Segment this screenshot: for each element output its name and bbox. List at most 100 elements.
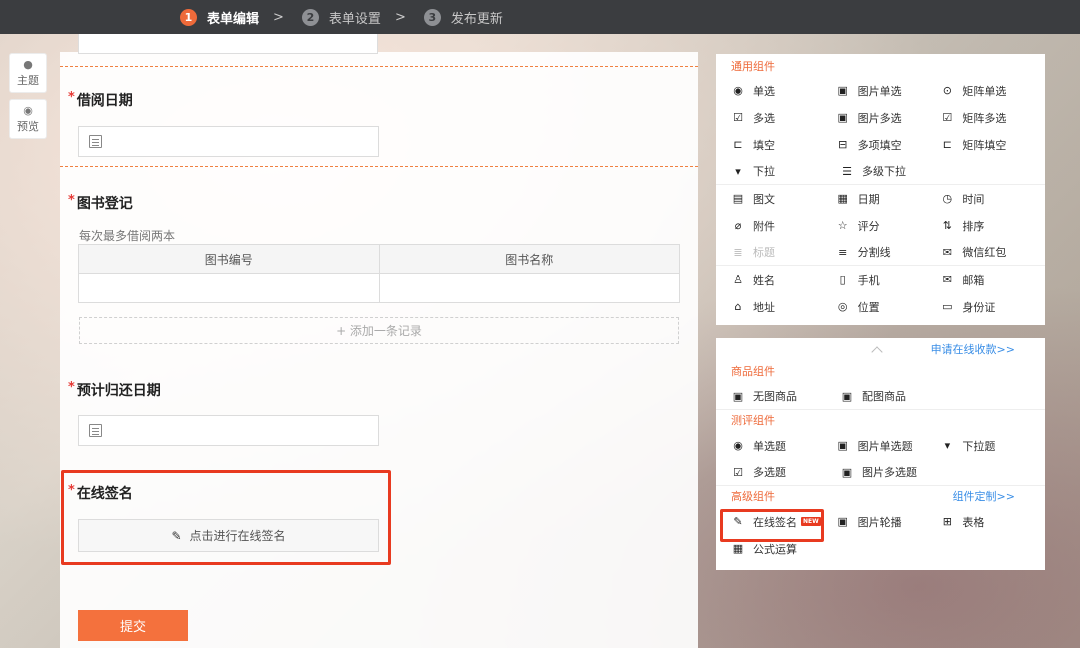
add-record-button[interactable]: + 添加一条记录 (79, 317, 679, 344)
component-item[interactable]: ▦ 日期 (836, 191, 941, 207)
component-item[interactable]: ⇅ 排序 (940, 218, 1045, 234)
return-date-input[interactable] (78, 415, 379, 446)
component-icon: ▯ (839, 273, 846, 286)
component-row: ▤ 图文 ▦ 日期 ◷ 时间 (716, 185, 1045, 212)
step-bar: 1 表单编辑 > 2 表单设置 > 3 发布更新 (0, 0, 1080, 34)
step-form-edit[interactable]: 1 表单编辑 > (180, 8, 284, 27)
component-label: 多选 (753, 111, 775, 125)
component-item[interactable]: ⊞ 表格 (940, 514, 1045, 530)
component-row: ☑ 多选题 ▣ 图片多选题 (716, 459, 1045, 486)
component-item[interactable]: ▣ 无图商品 (731, 388, 840, 404)
component-item[interactable]: ▯ 手机 (836, 272, 941, 288)
component-row: ⊏ 填空 ⊟ 多项填空 ⊏ 矩阵填空 (716, 131, 1045, 158)
eye-icon: ◉ (23, 103, 33, 117)
component-icon: ◷ (942, 192, 953, 205)
component-item[interactable]: ▣ 图片单选题 (836, 438, 941, 454)
component-item[interactable]: ≣ 标题 (731, 244, 836, 260)
component-icon: ▣ (841, 389, 853, 403)
component-item[interactable]: ▣ 图片多选 (836, 110, 941, 126)
step-publish[interactable]: 3 发布更新 (423, 8, 503, 27)
section-title: 通用组件 (731, 60, 775, 73)
component-item[interactable]: ☑ 多选 (731, 110, 836, 126)
component-icon: ⊏ (733, 138, 743, 151)
component-item[interactable]: ⌀ 附件 (731, 218, 836, 234)
component-item[interactable]: ◉ 单选 (731, 83, 836, 99)
component-item[interactable]: ▤ 图文 (731, 191, 836, 207)
component-item[interactable]: ▾ 下拉 (731, 163, 840, 179)
component-item[interactable]: ◷ 时间 (940, 191, 1045, 207)
component-icon: ▾ (944, 439, 951, 452)
component-icon: ▣ (837, 439, 848, 452)
component-item[interactable]: ▣ 配图商品 (840, 388, 949, 404)
component-item[interactable]: ▭ 身份证 (940, 299, 1045, 315)
highlight-box (720, 509, 824, 542)
question-title[interactable]: * 借阅日期 (68, 90, 133, 110)
table-cell[interactable] (78, 273, 380, 303)
required-mark: * (68, 90, 75, 105)
component-label: 多项填空 (857, 138, 902, 152)
component-row: ⌂ 地址 ◎ 位置 ▭ 身份证 (716, 293, 1045, 320)
question-title[interactable]: * 预计归还日期 (68, 380, 161, 400)
component-label: 矩阵单选 (962, 84, 1007, 98)
borrow-date-input[interactable] (78, 126, 379, 157)
component-label: 公式运算 (753, 542, 797, 556)
step-number: 2 (301, 8, 319, 26)
custom-component-link[interactable]: 组件定制>> (953, 486, 1015, 508)
component-item[interactable]: ▣ 图片多选题 (840, 464, 949, 480)
component-item[interactable]: ⊏ 填空 (731, 137, 836, 153)
component-label: 图片轮播 (857, 515, 902, 529)
component-icon: ◉ (733, 84, 743, 97)
component-label: 分割线 (857, 246, 891, 259)
component-label: 排序 (962, 219, 985, 233)
highlight-box (61, 470, 391, 565)
component-item[interactable]: ▣ 图片单选 (836, 83, 941, 99)
component-item[interactable]: ⊟ 多项填空 (836, 137, 941, 153)
component-label: 图片多选题 (862, 466, 917, 479)
section-title: 高级组件 (731, 490, 775, 503)
component-label: 配图商品 (862, 390, 906, 403)
component-item[interactable]: ☑ 矩阵多选 (940, 110, 1045, 126)
table-cell[interactable] (378, 273, 680, 303)
calendar-icon (89, 424, 102, 437)
required-mark: * (68, 193, 75, 208)
submit-button[interactable]: 提交 (78, 610, 188, 641)
component-item[interactable]: ✉ 邮箱 (940, 272, 1045, 288)
selected-field-bottom-border (60, 166, 698, 167)
component-item[interactable]: ⊏ 矩阵填空 (940, 137, 1045, 153)
step-label: 表单编辑 (207, 11, 260, 27)
selected-field-top-border (60, 66, 698, 67)
component-label: 姓名 (753, 273, 775, 287)
question-title[interactable]: * 图书登记 (68, 193, 133, 213)
component-icon: ☑ (733, 465, 743, 479)
component-item[interactable]: ☆ 评分 (836, 218, 941, 234)
component-icon: ⌀ (734, 219, 742, 232)
component-item[interactable]: ◉ 单选题 (731, 438, 836, 454)
component-item[interactable]: ☰ 多级下拉 (840, 163, 949, 179)
component-icon: ▦ (732, 542, 744, 555)
theme-label: 主题 (17, 73, 39, 87)
theme-button[interactable]: ● 主题 (9, 53, 47, 93)
component-item[interactable]: ☑ 多选题 (731, 464, 840, 480)
component-item[interactable]: ⊙ 矩阵单选 (940, 83, 1045, 99)
component-item[interactable]: ≡ 分割线 (836, 244, 941, 260)
component-item[interactable]: ✉ 微信红包 (940, 244, 1045, 260)
component-label: 日期 (857, 192, 880, 206)
step-form-settings[interactable]: 2 表单设置 > (301, 8, 406, 27)
component-item[interactable]: ⌂ 地址 (731, 299, 836, 315)
component-label: 矩阵填空 (962, 138, 1007, 152)
component-item[interactable]: ◎ 位置 (836, 299, 941, 315)
component-item[interactable]: ▣ 图片轮播 (836, 514, 941, 530)
question-title-text: 图书登记 (76, 196, 133, 212)
component-icon: ▭ (942, 300, 953, 313)
column-header: 图书编号 (78, 244, 380, 274)
component-label: 多级下拉 (862, 165, 906, 178)
preview-button[interactable]: ◉ 预览 (9, 99, 47, 139)
apply-payment-link[interactable]: 申请在线收款>> (931, 338, 1015, 362)
component-item[interactable]: ▦ 公式运算 (731, 541, 840, 557)
component-item[interactable]: ♙ 姓名 (731, 272, 836, 288)
component-icon: ⌂ (734, 300, 742, 313)
component-icon: ⊙ (942, 84, 952, 97)
component-icon: ▾ (735, 164, 741, 178)
component-item[interactable]: ▾ 下拉题 (940, 438, 1045, 454)
previous-field-edge (78, 34, 378, 54)
